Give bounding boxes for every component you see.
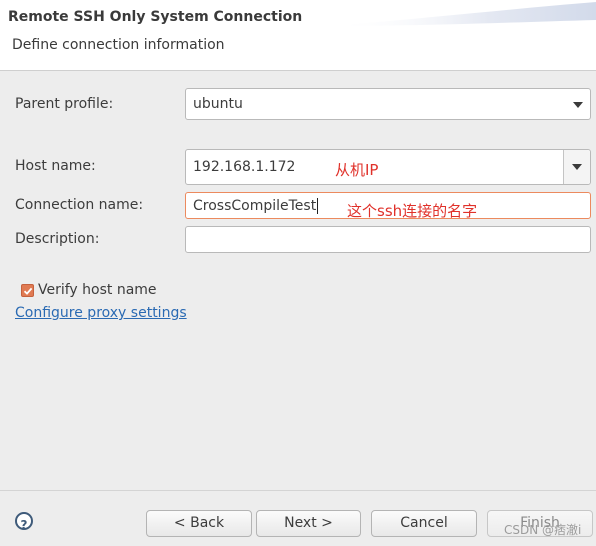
chevron-down-icon bbox=[572, 164, 582, 170]
question-icon: ? bbox=[20, 518, 28, 532]
next-button[interactable]: Next > bbox=[256, 510, 361, 537]
dialog-subtitle: Define connection information bbox=[12, 37, 225, 53]
parent-profile-select[interactable]: ubuntu bbox=[185, 88, 591, 120]
verify-host-label[interactable]: Verify host name bbox=[38, 282, 157, 298]
description-label: Description: bbox=[15, 231, 100, 247]
host-ip-annotation: 从机IP bbox=[335, 161, 379, 179]
verify-host-checkbox[interactable] bbox=[21, 284, 34, 297]
host-name-dropdown-button[interactable] bbox=[563, 150, 590, 184]
parent-profile-value: ubuntu bbox=[193, 96, 243, 112]
host-name-combo[interactable]: 192.168.1.172 bbox=[185, 149, 591, 185]
dialog-header: Remote SSH Only System Connection Define… bbox=[0, 0, 596, 71]
back-button[interactable]: < Back bbox=[146, 510, 252, 537]
description-input[interactable] bbox=[185, 226, 591, 253]
check-icon bbox=[23, 287, 33, 295]
connection-name-field-content: CrossCompileTest bbox=[193, 197, 319, 214]
host-name-label: Host name: bbox=[15, 158, 96, 174]
connection-name-value: CrossCompileTest bbox=[193, 197, 317, 214]
parent-profile-label: Parent profile: bbox=[15, 96, 114, 112]
text-caret bbox=[317, 197, 319, 214]
csdn-watermark: CSDN @痞澈i bbox=[504, 523, 582, 537]
host-name-value: 192.168.1.172 bbox=[193, 159, 296, 175]
connection-name-annotation: 这个ssh连接的名字 bbox=[347, 202, 478, 220]
help-button[interactable]: ? bbox=[15, 512, 33, 532]
footer-divider bbox=[0, 490, 596, 491]
chevron-down-icon bbox=[573, 102, 583, 108]
cancel-button[interactable]: Cancel bbox=[371, 510, 477, 537]
dialog-title: Remote SSH Only System Connection bbox=[8, 9, 303, 25]
configure-proxy-link[interactable]: Configure proxy settings bbox=[15, 305, 187, 321]
connection-name-label: Connection name: bbox=[15, 197, 144, 213]
